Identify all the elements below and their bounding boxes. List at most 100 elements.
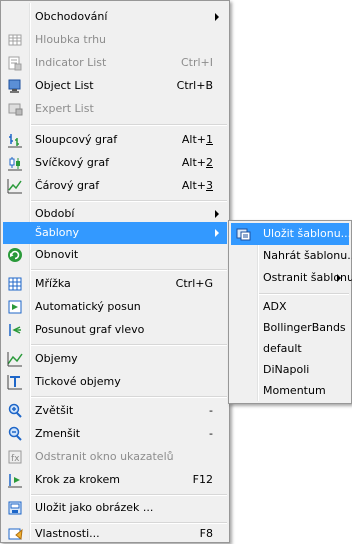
menu-item-templates[interactable]: Šablony — [3, 222, 227, 244]
chart-shift-icon — [7, 322, 23, 338]
menu-item-auto-scroll[interactable]: Automatický posun — [3, 296, 227, 318]
shortcut-text: Alt+1 — [181, 133, 213, 146]
menu-item-label: Objemy — [35, 352, 78, 365]
submenu-arrow-icon — [215, 210, 219, 218]
menu-item-market-depth[interactable]: Hloubka trhu — [3, 29, 227, 51]
menu-item-save-as-picture[interactable]: Uložit jako obrázek ... — [3, 497, 227, 519]
shortcut-text: F8 — [199, 527, 213, 540]
menu-item-expert-list[interactable]: Expert List — [3, 98, 227, 120]
menu-item-label: Uložit šablonu... — [263, 227, 352, 240]
tick-volumes-icon — [7, 374, 23, 390]
templates-submenu: Uložit šablonu... Nahrát šablonu... Ostr… — [228, 220, 352, 404]
menu-item-label: Hloubka trhu — [35, 33, 107, 46]
separator — [31, 124, 227, 126]
menu-item-label: Mřížka — [35, 277, 71, 290]
chart-context-menu: Obchodování Hloubka trhu Indicator List … — [0, 0, 230, 543]
market-depth-icon — [7, 32, 23, 48]
submenu-item-template-adx[interactable]: ADX — [231, 296, 349, 318]
submenu-item-template-momentum[interactable]: Momentum — [231, 380, 349, 402]
menu-item-indicator-list[interactable]: Indicator List Ctrl+I — [3, 52, 227, 74]
shortcut-text: - — [209, 404, 213, 417]
menu-item-label: Tickové objemy — [35, 375, 121, 388]
menu-item-label: Nahrát šablonu... — [263, 249, 352, 262]
menu-item-label: Odstranit okno ukazatelů — [35, 450, 174, 463]
menu-item-label: Šablony — [35, 226, 79, 239]
menu-item-chart-shift[interactable]: Posunout graf vlevo — [3, 319, 227, 341]
menu-item-grid[interactable]: Mřížka Ctrl+G — [3, 273, 227, 295]
submenu-item-template-dinapoli[interactable]: DiNapoli — [231, 359, 349, 381]
menu-item-step-by-step[interactable]: Krok za krokem F12 — [3, 469, 227, 491]
indicator-list-icon — [7, 55, 23, 71]
grid-icon — [7, 276, 23, 292]
separator — [31, 344, 227, 346]
menu-item-zoom-out[interactable]: Zmenšit - — [3, 423, 227, 445]
menu-item-label: Krok za krokem — [35, 473, 120, 486]
shortcut-text: Ctrl+G — [175, 277, 213, 290]
remove-indicator-window-icon: fx — [7, 449, 23, 465]
menu-item-label: ADX — [263, 300, 287, 313]
menu-item-refresh[interactable]: Obnovit — [3, 244, 227, 266]
shortcut-text: Alt+2 — [181, 156, 213, 169]
refresh-icon — [7, 247, 23, 263]
menu-item-tick-volumes[interactable]: Tickové objemy — [3, 371, 227, 393]
line-chart-icon — [7, 178, 23, 194]
menu-item-object-list[interactable]: Object List Ctrl+B — [3, 75, 227, 97]
shortcut-text: Alt+3 — [181, 179, 213, 192]
step-by-step-icon — [7, 472, 23, 488]
submenu-item-remove-template[interactable]: Ostranit šablonu — [231, 267, 352, 289]
bar-chart-icon — [7, 132, 23, 148]
shortcut-text: Ctrl+I — [180, 56, 213, 69]
submenu-item-template-bollingerbands[interactable]: BollingerBands — [231, 317, 349, 339]
menu-item-label: Sloupcový graf — [35, 133, 118, 146]
menu-item-label: Momentum — [263, 384, 326, 397]
shortcut-text: F12 — [192, 473, 213, 486]
submenu-item-template-default[interactable]: default — [231, 338, 349, 360]
menu-item-volumes[interactable]: Objemy — [3, 348, 227, 370]
save-template-icon — [235, 226, 251, 242]
zoom-out-icon — [7, 426, 23, 442]
separator — [31, 269, 227, 271]
separator — [259, 293, 349, 295]
menu-item-label: Uložit jako obrázek ... — [35, 501, 154, 514]
menu-item-remove-indicator-window[interactable]: fx Odstranit okno ukazatelů — [3, 446, 227, 468]
menu-item-label: Čárový graf — [35, 179, 100, 192]
menu-item-label: BollingerBands — [263, 321, 346, 334]
menu-item-label: Zvětšit — [35, 404, 74, 417]
volumes-icon — [7, 351, 23, 367]
separator — [31, 200, 227, 202]
menu-item-label: Obchodování — [35, 10, 108, 23]
menu-item-label: Automatický posun — [35, 300, 141, 313]
menu-item-label: Expert List — [35, 102, 94, 115]
menu-item-candlestick-chart[interactable]: Svíčkový graf Alt+2 — [3, 152, 227, 174]
menu-item-label: Vlastnosti... — [35, 527, 100, 540]
menu-item-label: Svíčkový graf — [35, 156, 109, 169]
submenu-arrow-icon — [215, 229, 219, 237]
menu-item-trading[interactable]: Obchodování — [3, 6, 227, 28]
auto-scroll-icon — [7, 299, 23, 315]
zoom-in-icon — [7, 403, 23, 419]
separator — [31, 396, 227, 398]
menu-item-label: Posunout graf vlevo — [35, 323, 145, 336]
menu-item-line-chart[interactable]: Čárový graf Alt+3 — [3, 175, 227, 197]
shortcut-text: - — [209, 427, 213, 440]
submenu-arrow-icon — [337, 274, 341, 282]
candlestick-chart-icon — [7, 155, 23, 171]
submenu-item-load-template[interactable]: Nahrát šablonu... — [231, 245, 352, 267]
menu-item-label: default — [263, 342, 302, 355]
menu-item-zoom-in[interactable]: Zvětšit - — [3, 400, 227, 422]
save-picture-icon — [7, 500, 23, 516]
expert-list-icon — [7, 101, 23, 117]
menu-item-label: Zmenšit — [35, 427, 81, 440]
object-list-icon — [7, 78, 23, 94]
menu-item-label: Object List — [35, 79, 94, 92]
shortcut-text: Ctrl+B — [176, 79, 213, 92]
menu-item-properties[interactable]: Vlastnosti... F8 — [3, 523, 227, 544]
submenu-item-save-template[interactable]: Uložit šablonu... — [231, 223, 352, 245]
submenu-arrow-icon — [215, 13, 219, 21]
menu-item-bar-chart[interactable]: Sloupcový graf Alt+1 — [3, 129, 227, 151]
svg-text:fx: fx — [11, 454, 20, 464]
menu-item-label: DiNapoli — [263, 363, 310, 376]
menu-item-label: Obnovit — [35, 248, 79, 261]
properties-icon — [7, 526, 23, 542]
menu-item-label: Indicator List — [35, 56, 107, 69]
